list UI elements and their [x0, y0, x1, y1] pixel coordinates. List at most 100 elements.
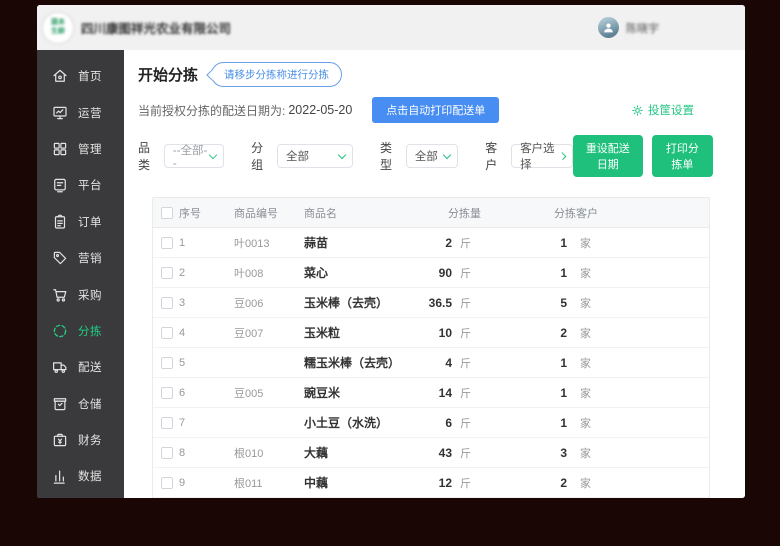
group-filter-label: 分组: [251, 141, 264, 172]
customer-unit: 家: [580, 447, 591, 460]
row-checkbox[interactable]: [161, 326, 173, 339]
category-select[interactable]: --全部--: [163, 144, 225, 170]
product-code: 豆006: [234, 297, 264, 310]
qty-unit: 斤: [460, 447, 471, 460]
table-row: 1 叶0013 蒜苗 2 斤 1 家: [153, 228, 709, 258]
header-name: 商品名: [304, 207, 337, 220]
row-index: 5: [179, 356, 186, 369]
table-header: 序号 商品编号 商品名 分拣量 分拣客户: [153, 198, 709, 228]
group-select[interactable]: 全部: [276, 144, 353, 168]
sidebar-item-label: 数据: [78, 471, 102, 484]
header-index: 序号: [179, 207, 201, 220]
delivery-icon: [53, 362, 67, 374]
sorting-qty: 36.5: [428, 295, 452, 310]
customer-count: 3: [560, 445, 567, 460]
select-all-checkbox[interactable]: [161, 206, 173, 219]
row-checkbox[interactable]: [161, 476, 173, 489]
sidebar-item-purchase[interactable]: 采购: [37, 276, 124, 312]
row-checkbox[interactable]: [161, 296, 173, 309]
orders-icon: [54, 214, 66, 229]
customer-unit: 家: [580, 327, 591, 340]
group-select-value: 全部: [285, 151, 309, 163]
purchase-icon: [53, 288, 67, 302]
sidebar-item-marketing[interactable]: 营销: [37, 240, 124, 276]
row-checkbox[interactable]: [161, 236, 173, 249]
table-row: 9 根011 中藕 12 斤 2 家: [153, 468, 709, 498]
header-code: 商品编号: [234, 207, 278, 220]
header-customers: 分拣客户: [554, 207, 598, 220]
product-code: 根010: [234, 447, 264, 460]
sorting-qty: 6: [445, 415, 452, 430]
company-name: 四川康图祥光农业有限公司: [81, 22, 232, 36]
user-name: 陈晓宇: [626, 22, 659, 35]
row-checkbox[interactable]: [161, 266, 173, 279]
type-select[interactable]: 全部: [405, 144, 459, 168]
customer-count: 2: [560, 325, 567, 340]
user-menu[interactable]: 陈晓宇: [598, 17, 659, 38]
row-index: 3: [179, 296, 186, 309]
sidebar-item-label: 营销: [78, 253, 102, 266]
qty-unit: 斤: [460, 237, 471, 250]
customer-filter-label: 客户: [485, 141, 498, 172]
customer-unit: 家: [580, 477, 591, 490]
main-content: 开始分拣 请移步分拣称进行分拣 当前授权分拣的配送日期为: 2022-05-20…: [124, 50, 745, 498]
row-index: 2: [179, 266, 186, 279]
row-index: 7: [179, 416, 186, 429]
print-sorting-button[interactable]: 打印分拣单: [651, 135, 713, 177]
row-checkbox[interactable]: [161, 386, 173, 399]
sidebar-item-label: 采购: [78, 289, 102, 302]
row-index: 9: [179, 476, 186, 489]
management-icon: [53, 142, 67, 156]
table-body: 1 叶0013 蒜苗 2 斤 1 家 2 叶008 菜心 90 斤 1 家 3 …: [153, 228, 709, 498]
row-index: 6: [179, 386, 186, 399]
sorting-hint-tooltip: 请移步分拣称进行分拣: [211, 62, 343, 87]
reset-date-button[interactable]: 重设配送日期: [572, 135, 643, 177]
header-qty: 分拣量: [448, 207, 481, 220]
sidebar-item-finance[interactable]: 财务: [37, 422, 124, 458]
sidebar-item-label: 分拣: [78, 325, 102, 338]
table-row: 2 叶008 菜心 90 斤 1 家: [153, 258, 709, 288]
product-code: 叶008: [234, 267, 264, 280]
qty-unit: 斤: [460, 267, 471, 280]
sorting-qty: 43: [438, 445, 452, 460]
data-icon: [53, 471, 65, 485]
sorting-icon: [53, 324, 67, 338]
sidebar-item-delivery[interactable]: 配送: [37, 349, 124, 385]
app-window: 蔬本 生鲜 四川康图祥光农业有限公司 陈晓宇 首页 运营 管理 平台 订单 营销…: [37, 5, 745, 498]
sidebar-item-orders[interactable]: 订单: [37, 204, 124, 240]
customer-unit: 家: [580, 417, 591, 430]
products-table: 序号 商品编号 商品名 分拣量 分拣客户 1 叶0013 蒜苗 2 斤 1 家 …: [152, 197, 710, 498]
product-code: 根011: [234, 477, 263, 490]
sidebar-item-operations[interactable]: 运营: [37, 94, 124, 130]
auto-print-button[interactable]: 点击自动打印配送单: [372, 97, 500, 123]
delivery-date-value: 2022-05-20: [288, 103, 353, 117]
customer-select-value: 客户选择: [520, 143, 555, 171]
basket-settings-link[interactable]: 投筐设置: [631, 102, 694, 118]
sidebar-item-data[interactable]: 数据: [37, 458, 124, 494]
home-icon: [53, 69, 67, 83]
sidebar-item-management[interactable]: 管理: [37, 131, 124, 167]
sidebar-item-warehouse[interactable]: 仓储: [37, 386, 124, 422]
qty-unit: 斤: [460, 327, 471, 340]
qty-unit: 斤: [460, 387, 471, 400]
customer-count: 5: [560, 295, 567, 310]
customer-count: 1: [560, 355, 567, 370]
row-checkbox[interactable]: [161, 416, 173, 429]
sidebar: 首页 运营 管理 平台 订单 营销 采购 分拣 配送 仓储 财务 数据: [37, 50, 124, 498]
qty-unit: 斤: [460, 417, 471, 430]
sidebar-item-sorting[interactable]: 分拣: [37, 313, 124, 349]
customer-select[interactable]: 客户选择: [511, 143, 573, 171]
sidebar-item-label: 配送: [78, 362, 102, 375]
sidebar-item-label: 财务: [78, 435, 102, 448]
sidebar-item-home[interactable]: 首页: [37, 58, 124, 94]
platform-icon: [54, 179, 66, 193]
sidebar-item-platform[interactable]: 平台: [37, 167, 124, 203]
customer-count: 1: [560, 415, 567, 430]
row-checkbox[interactable]: [161, 446, 173, 459]
sidebar-item-label: 运营: [78, 107, 102, 120]
type-select-value: 全部: [414, 151, 438, 163]
sorting-qty: 14: [438, 385, 452, 400]
row-checkbox[interactable]: [161, 356, 173, 369]
product-code: 豆007: [234, 327, 264, 340]
sorting-qty: 12: [438, 475, 452, 490]
